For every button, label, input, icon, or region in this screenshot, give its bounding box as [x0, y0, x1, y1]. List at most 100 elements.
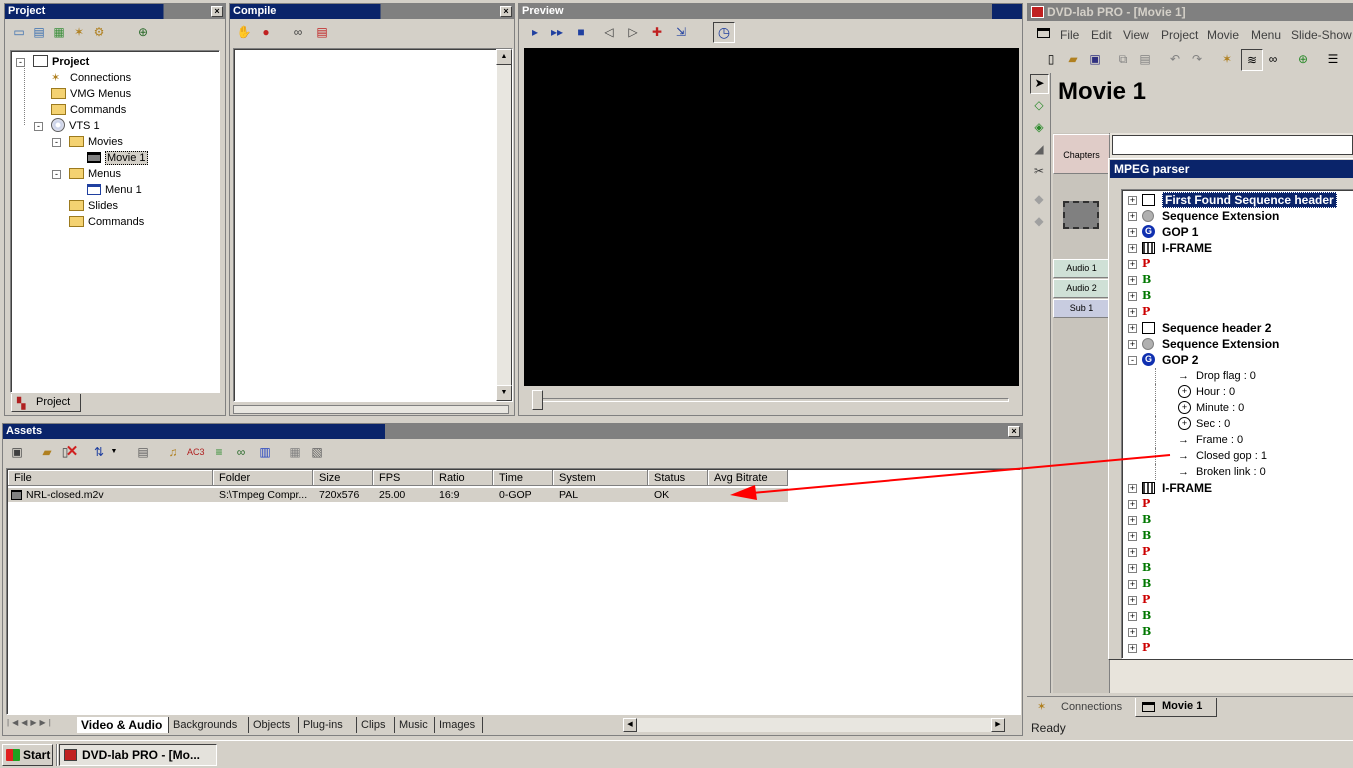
project-tree-item[interactable]: Movie 1 — [87, 150, 148, 166]
project-tree-item[interactable]: Menu 1 — [87, 182, 142, 198]
burn-icon[interactable]: ⊕ — [1295, 51, 1311, 67]
new-connection-icon[interactable]: ✶ — [71, 24, 87, 40]
copy-icon[interactable]: ⧉ — [1115, 51, 1131, 67]
asset-tab[interactable]: Backgrounds — [169, 717, 249, 733]
sort-icon[interactable]: ⇅ — [91, 444, 107, 460]
collapse-icon[interactable]: - — [52, 170, 61, 179]
start-button[interactable]: Start — [2, 744, 53, 766]
assets-tab-nav[interactable]: |◀◀▶▶| — [7, 718, 73, 732]
project-tree-item[interactable]: - VTS 1 — [34, 118, 100, 134]
fast-forward-icon[interactable]: ▸▸ — [549, 24, 565, 40]
connections-tool-icon[interactable]: ✶ — [1219, 51, 1235, 67]
menu-item[interactable]: Movie — [1207, 28, 1239, 42]
parser-tree-item[interactable]: - G GOP 2 — [1122, 352, 1353, 368]
sub1-side-button[interactable]: Sub 1 — [1053, 299, 1110, 318]
expand-icon[interactable]: + — [1128, 532, 1137, 541]
expand-icon[interactable]: + — [1128, 628, 1137, 637]
expand-icon[interactable]: + — [1128, 228, 1137, 237]
expand-icon[interactable]: + — [1128, 644, 1137, 653]
parser-tree-item[interactable]: + P — [1122, 256, 1353, 272]
compile-scroll-down-button[interactable]: ▼ — [496, 385, 512, 401]
asset-view-icon[interactable]: ▣ — [9, 444, 25, 460]
expand-icon[interactable]: + — [1128, 596, 1137, 605]
parser-tree-item[interactable]: + Hour : 0 — [1122, 384, 1353, 400]
audio2-side-button[interactable]: Audio 2 — [1053, 279, 1110, 298]
compile-close-button[interactable]: × — [500, 6, 512, 17]
new-slides-icon[interactable]: ▦ — [51, 24, 67, 40]
new-movie-icon[interactable]: ▭ — [11, 24, 27, 40]
mdi-icon[interactable] — [1037, 28, 1050, 38]
expand-icon[interactable]: + — [1128, 196, 1137, 205]
compile-icon[interactable]: ✋ — [236, 24, 252, 40]
expand-icon[interactable]: + — [1128, 548, 1137, 557]
asset-tab[interactable]: Images — [435, 717, 483, 733]
parser-tree-item[interactable]: + B — [1122, 624, 1353, 640]
menu-item[interactable]: Project — [1161, 28, 1198, 42]
column-header[interactable]: FPS — [373, 470, 433, 486]
column-header[interactable]: System — [553, 470, 648, 486]
project-tree-item[interactable]: - Movies — [52, 134, 123, 150]
project-tree-item[interactable]: Commands — [69, 214, 144, 230]
parser-tree-item[interactable]: + Sec : 0 — [1122, 416, 1353, 432]
assets-close-button[interactable]: × — [1008, 426, 1020, 437]
expand-icon[interactable]: + — [1128, 260, 1137, 269]
expand-icon[interactable]: + — [1128, 324, 1137, 333]
collapse-icon[interactable]: - — [34, 122, 43, 131]
menu-item[interactable]: View — [1123, 28, 1149, 42]
parser-tree-item[interactable]: + B — [1122, 272, 1353, 288]
collapse-icon[interactable]: - — [16, 58, 25, 67]
expand-icon[interactable]: + — [1128, 292, 1137, 301]
mark-icon[interactable]: ✚ — [649, 24, 665, 40]
expand-icon[interactable]: + — [1128, 564, 1137, 573]
expand-icon[interactable]: + — [1128, 308, 1137, 317]
expand-icon[interactable]: + — [1128, 244, 1137, 253]
prev-marker-tool-icon[interactable]: ◆ — [1031, 191, 1047, 207]
asset-tab[interactable]: Objects — [249, 717, 299, 733]
parser-tree-item[interactable]: + P — [1122, 304, 1353, 320]
parser-tree-item[interactable]: + P — [1122, 496, 1353, 512]
audio-icon[interactable]: ♫ — [165, 444, 181, 460]
asset-tab[interactable]: Plug-ins — [299, 717, 357, 733]
delete-icon[interactable]: ✕ — [64, 444, 80, 460]
project-tree-item[interactable]: VMG Menus — [51, 86, 131, 102]
export-frame-icon[interactable]: ⇲ — [673, 24, 689, 40]
video-track-thumb[interactable] — [1063, 201, 1099, 229]
step-forward-icon[interactable]: ▷ — [625, 24, 641, 40]
menu-item[interactable]: File — [1060, 28, 1079, 42]
parser-tree-item[interactable]: + B — [1122, 576, 1353, 592]
expand-icon[interactable]: + — [1128, 612, 1137, 621]
compile-hscroll[interactable] — [233, 405, 509, 414]
waveform-icon[interactable]: ▥ — [257, 444, 273, 460]
expand-icon[interactable]: + — [1128, 484, 1137, 493]
add-chapter-tool-icon[interactable]: ◇ — [1031, 97, 1047, 113]
new-file-icon[interactable]: ▯ — [1043, 51, 1059, 67]
preview-slider-track[interactable] — [537, 398, 1009, 402]
asset-tab[interactable]: Music — [395, 717, 435, 733]
ac3-icon[interactable]: AC3 — [187, 444, 205, 460]
open-folder-icon[interactable]: ▰ — [39, 444, 55, 460]
column-header[interactable]: Time — [493, 470, 553, 486]
grid-icon[interactable]: ▦ — [287, 444, 303, 460]
parser-tree-item[interactable]: + B — [1122, 608, 1353, 624]
eraser-tool-icon[interactable]: ◢ — [1031, 141, 1047, 157]
open-file-icon[interactable]: ▰ — [1065, 51, 1081, 67]
step-back-icon[interactable]: ◁ — [601, 24, 617, 40]
menu-item[interactable]: Slide-Show — [1291, 28, 1352, 42]
parser-tree-item[interactable]: + I-FRAME — [1122, 480, 1353, 496]
project-tree-item[interactable]: Commands — [51, 102, 126, 118]
parser-icon[interactable]: ▧ — [309, 444, 325, 460]
table-row[interactable]: NRL-closed.m2v S:\Tmpeg Compr... 720x576 25… — [8, 488, 788, 502]
collapse-icon[interactable]: - — [1128, 356, 1137, 365]
find-icon[interactable]: ∞ — [1265, 51, 1281, 67]
movie1-doc-tab[interactable]: Movie 1 — [1135, 698, 1217, 717]
parser-tree-item[interactable]: + P — [1122, 640, 1353, 656]
pointer-tool-icon[interactable]: ➤ — [1030, 74, 1049, 94]
parser-tree-item[interactable]: + I-FRAME — [1122, 240, 1353, 256]
collapse-icon[interactable]: - — [52, 138, 61, 147]
paste-icon[interactable]: ▤ — [1137, 51, 1153, 67]
parser-tree-item[interactable]: + Sequence header 2 — [1122, 320, 1353, 336]
column-header[interactable]: Size — [313, 470, 373, 486]
expand-icon[interactable]: + — [1128, 276, 1137, 285]
project-close-button[interactable]: × — [211, 6, 223, 17]
next-marker-tool-icon[interactable]: ◆ — [1031, 213, 1047, 229]
